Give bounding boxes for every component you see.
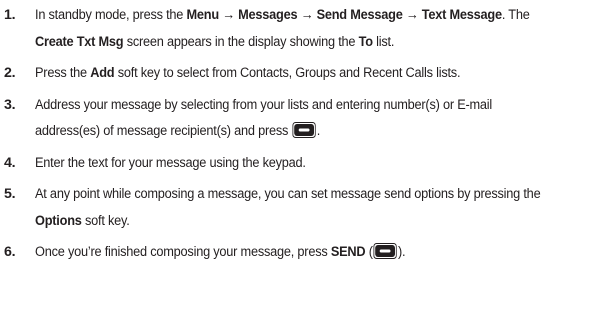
step-text-part: Press the bbox=[35, 65, 91, 81]
step-number: 1. bbox=[4, 7, 16, 23]
step-number: 3. bbox=[4, 96, 16, 113]
step-4: 4. Enter the text for your message using… bbox=[4, 150, 602, 177]
key-name: SEND bbox=[330, 244, 366, 260]
step-6: 6. Once you’re finished composing your m… bbox=[4, 239, 602, 266]
ok-key-icon bbox=[292, 122, 316, 138]
step-number: 5. bbox=[4, 186, 16, 202]
screen-name: Create Txt Msg bbox=[35, 33, 124, 50]
step-5: 5. At any point while composing a messag… bbox=[4, 181, 602, 234]
step-text-part: . bbox=[316, 123, 321, 139]
soft-key-name: Options bbox=[35, 212, 82, 229]
step-text: In standby mode, press the Menu → Messag… bbox=[35, 2, 545, 55]
step-number: 4. bbox=[4, 154, 16, 171]
step-text-part: soft key. bbox=[81, 212, 130, 229]
step-text-part: . The bbox=[501, 7, 530, 23]
step-1: 1. In standby mode, press the Menu → Mes… bbox=[4, 2, 602, 55]
step-text: Enter the text for your message using th… bbox=[35, 150, 545, 177]
step-text-part: Address your message by selecting from y… bbox=[35, 96, 493, 140]
step-text-part: soft key to select from Contacts, Groups… bbox=[114, 65, 461, 81]
menu-path: Menu → Messages → Send Message → Text Me… bbox=[186, 7, 503, 23]
step-text: Address your message by selecting from y… bbox=[35, 92, 545, 145]
step-text: Press the Add soft key to select from Co… bbox=[35, 60, 545, 87]
step-text-part: In standby mode, press the bbox=[35, 7, 187, 23]
step-text-part: ( bbox=[365, 244, 373, 260]
step-text: At any point while composing a message, … bbox=[35, 181, 545, 234]
step-text-part: screen appears in the display showing th… bbox=[123, 33, 359, 50]
step-text-part: At any point while composing a message, … bbox=[35, 186, 541, 202]
step-text: Once you’re finished composing your mess… bbox=[35, 239, 545, 266]
step-number: 6. bbox=[4, 244, 16, 260]
step-text-part: ). bbox=[397, 244, 406, 260]
step-2: 2. Press the Add soft key to select from… bbox=[4, 60, 602, 87]
step-text-part: Once you’re finished composing your mess… bbox=[35, 244, 331, 260]
list-name: To bbox=[358, 33, 373, 50]
soft-key-name: Add bbox=[90, 65, 115, 81]
step-text-part: Enter the text for your message using th… bbox=[35, 154, 306, 171]
instruction-list: 1. In standby mode, press the Menu → Mes… bbox=[0, 0, 608, 328]
send-key-icon bbox=[373, 243, 398, 259]
step-3: 3. Address your message by selecting fro… bbox=[4, 92, 602, 145]
step-text-part: list. bbox=[372, 33, 395, 50]
step-number: 2. bbox=[4, 65, 16, 81]
